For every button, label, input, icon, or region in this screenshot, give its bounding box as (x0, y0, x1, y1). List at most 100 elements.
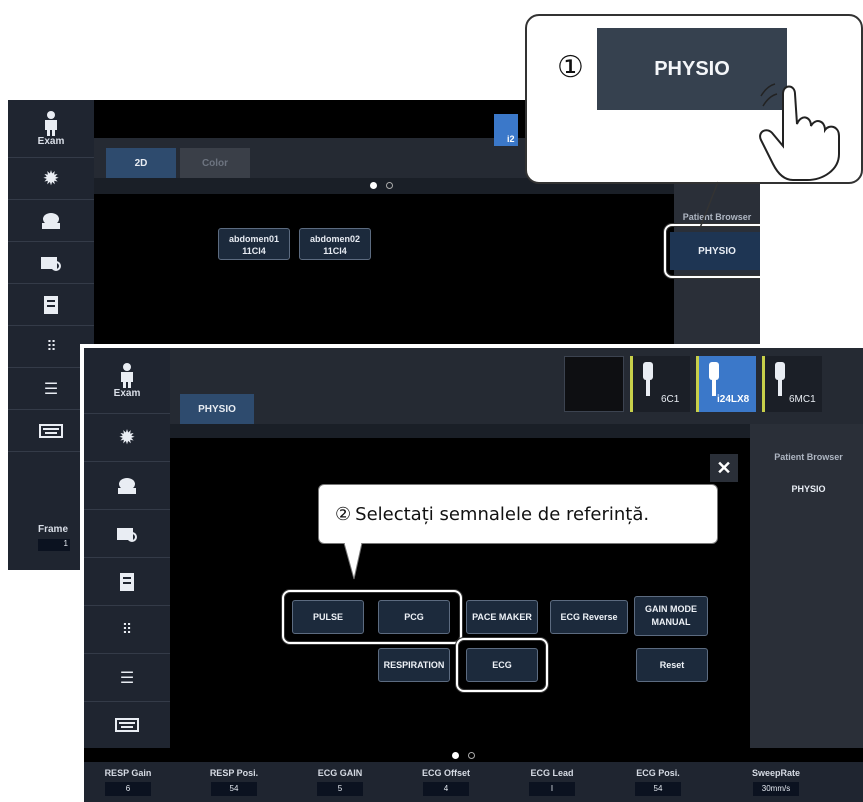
callout-step-2: ② Selectați semnalele de referință. (318, 484, 718, 544)
probe-6mc1[interactable]: 6MC1 (762, 356, 822, 412)
report-button[interactable] (8, 284, 94, 326)
close-button[interactable]: ✕ (710, 454, 738, 482)
keyboard-button[interactable] (84, 702, 170, 748)
preset-abdomen02[interactable]: abdomen02 11Cl4 (299, 228, 371, 260)
param-label: ECG Lead (530, 768, 574, 778)
exam-button[interactable]: Exam (84, 348, 170, 414)
preset-button[interactable] (84, 462, 170, 510)
left-sidebar: Exam ✹ ⠿ ☰ (84, 348, 170, 748)
tab-underline-bar (170, 424, 750, 438)
preset-name: abdomen01 (228, 234, 279, 244)
keyboard-icon (115, 718, 139, 732)
page-dot[interactable] (386, 182, 393, 189)
param-label: ECG Posi. (636, 768, 680, 778)
gear-icon: ✹ (42, 168, 60, 190)
physio-screen: Exam ✹ ⠿ ☰ PHYSIO 6C1 i24LX8 6MC1 Patien… (80, 344, 863, 802)
close-icon: ✕ (716, 457, 732, 478)
grid-icon: ⠿ (46, 338, 56, 354)
param-ecg-posi[interactable]: ECG Posi. 54 (616, 768, 700, 796)
preset-button[interactable] (8, 200, 94, 242)
preset-icon (42, 212, 60, 229)
step-number: ① (557, 50, 584, 85)
reset-button[interactable]: Reset (636, 648, 708, 682)
page-dot-active[interactable] (370, 182, 377, 189)
param-ecg-lead[interactable]: ECG Lead I (510, 768, 594, 796)
keyboard-icon (39, 423, 63, 438)
grid-button[interactable]: ⠿ (84, 606, 170, 654)
settings-button[interactable]: ✹ (8, 158, 94, 200)
callout-text: Selectați semnalele de referință. (355, 503, 650, 525)
physio-highlight (664, 224, 760, 278)
respiration-button[interactable]: RESPIRATION (378, 648, 450, 682)
param-label: ECG GAIN (317, 768, 363, 778)
list-icon: ☰ (43, 380, 59, 398)
parameter-bar: RESP Gain 6 RESP Posi. 54 ECG GAIN 5 ECG Of… (84, 762, 863, 802)
callout-step-1: ① PHYSIO (525, 14, 863, 184)
ecg-reverse-button[interactable]: ECG Reverse (550, 600, 628, 634)
param-sweep-rate[interactable]: SweepRate 30mm/s (734, 768, 818, 796)
report-icon (44, 295, 58, 314)
probe-label: 6MC1 (789, 394, 816, 405)
preset-name: abdomen02 (309, 234, 360, 244)
preset-icon (118, 477, 136, 494)
gain-mode-label: GAIN MODE (644, 604, 697, 614)
probe-icon (709, 362, 719, 396)
patient-browser-label: Patient Browser (774, 452, 843, 462)
grid-icon: ⠿ (121, 621, 133, 637)
exam-button[interactable]: Exam (8, 100, 94, 158)
param-resp-posi[interactable]: RESP Posi. 54 (192, 768, 276, 796)
person-icon (121, 363, 133, 388)
param-resp-gain[interactable]: RESP Gain 6 (86, 768, 170, 796)
right-panel: Patient Browser PHYSIO (750, 424, 863, 748)
param-ecg-gain[interactable]: ECG GAIN 5 (298, 768, 382, 796)
param-value: 6 (105, 782, 151, 796)
list-button[interactable]: ☰ (84, 654, 170, 702)
param-label: ECG Offset (421, 768, 470, 778)
browse-button[interactable] (84, 510, 170, 558)
page-dot[interactable] (468, 752, 475, 759)
param-ecg-offset[interactable]: ECG Offset 4 (404, 768, 488, 796)
preset-probe: 11Cl4 (323, 246, 347, 256)
frame-label: Frame (38, 524, 69, 535)
param-value: 5 (317, 782, 363, 796)
pace-maker-button[interactable]: PACE MAKER (466, 600, 538, 634)
ecg-highlight (456, 638, 548, 692)
physio-label[interactable]: PHYSIO (750, 484, 863, 494)
param-value: 54 (635, 782, 681, 796)
param-label: RESP Gain (104, 768, 152, 778)
pulse-pcg-highlight (282, 590, 462, 644)
gain-mode-value: MANUAL (651, 617, 691, 627)
step-number: ② (335, 503, 352, 525)
settings-button[interactable]: ✹ (84, 414, 170, 462)
person-icon (45, 111, 57, 136)
tab-color[interactable]: Color (180, 148, 250, 178)
param-value: 54 (211, 782, 257, 796)
gear-icon: ✹ (118, 427, 136, 449)
browse-button[interactable] (8, 242, 94, 284)
frame-value: 1 (38, 539, 70, 551)
list-icon: ☰ (119, 669, 135, 687)
exam-label: Exam (113, 388, 141, 399)
gain-mode-button[interactable]: GAIN MODE MANUAL (634, 596, 708, 636)
param-label: RESP Posi. (209, 768, 259, 778)
preset-abdomen01[interactable]: abdomen01 11Cl4 (218, 228, 290, 260)
probe-i24lx8[interactable]: i24LX8 (696, 356, 756, 412)
probe-6c1[interactable]: 6C1 (630, 356, 690, 412)
probe-label: i2 (507, 134, 515, 144)
exam-label: Exam (37, 136, 65, 147)
tab-physio[interactable]: PHYSIO (180, 394, 254, 424)
probe-tile[interactable]: i2 (494, 114, 518, 146)
probe-icon (775, 362, 785, 396)
param-value: 30mm/s (753, 782, 799, 796)
hand-pointer-icon (759, 83, 840, 181)
report-button[interactable] (84, 558, 170, 606)
tab-2d[interactable]: 2D (106, 148, 176, 178)
folder-search-icon (41, 256, 61, 271)
callout-connector (699, 181, 719, 229)
report-icon (120, 572, 134, 591)
probe-empty[interactable] (564, 356, 624, 412)
param-value: I (529, 782, 575, 796)
folder-search-icon (117, 527, 137, 542)
param-value: 4 (423, 782, 469, 796)
page-dot-active[interactable] (452, 752, 459, 759)
